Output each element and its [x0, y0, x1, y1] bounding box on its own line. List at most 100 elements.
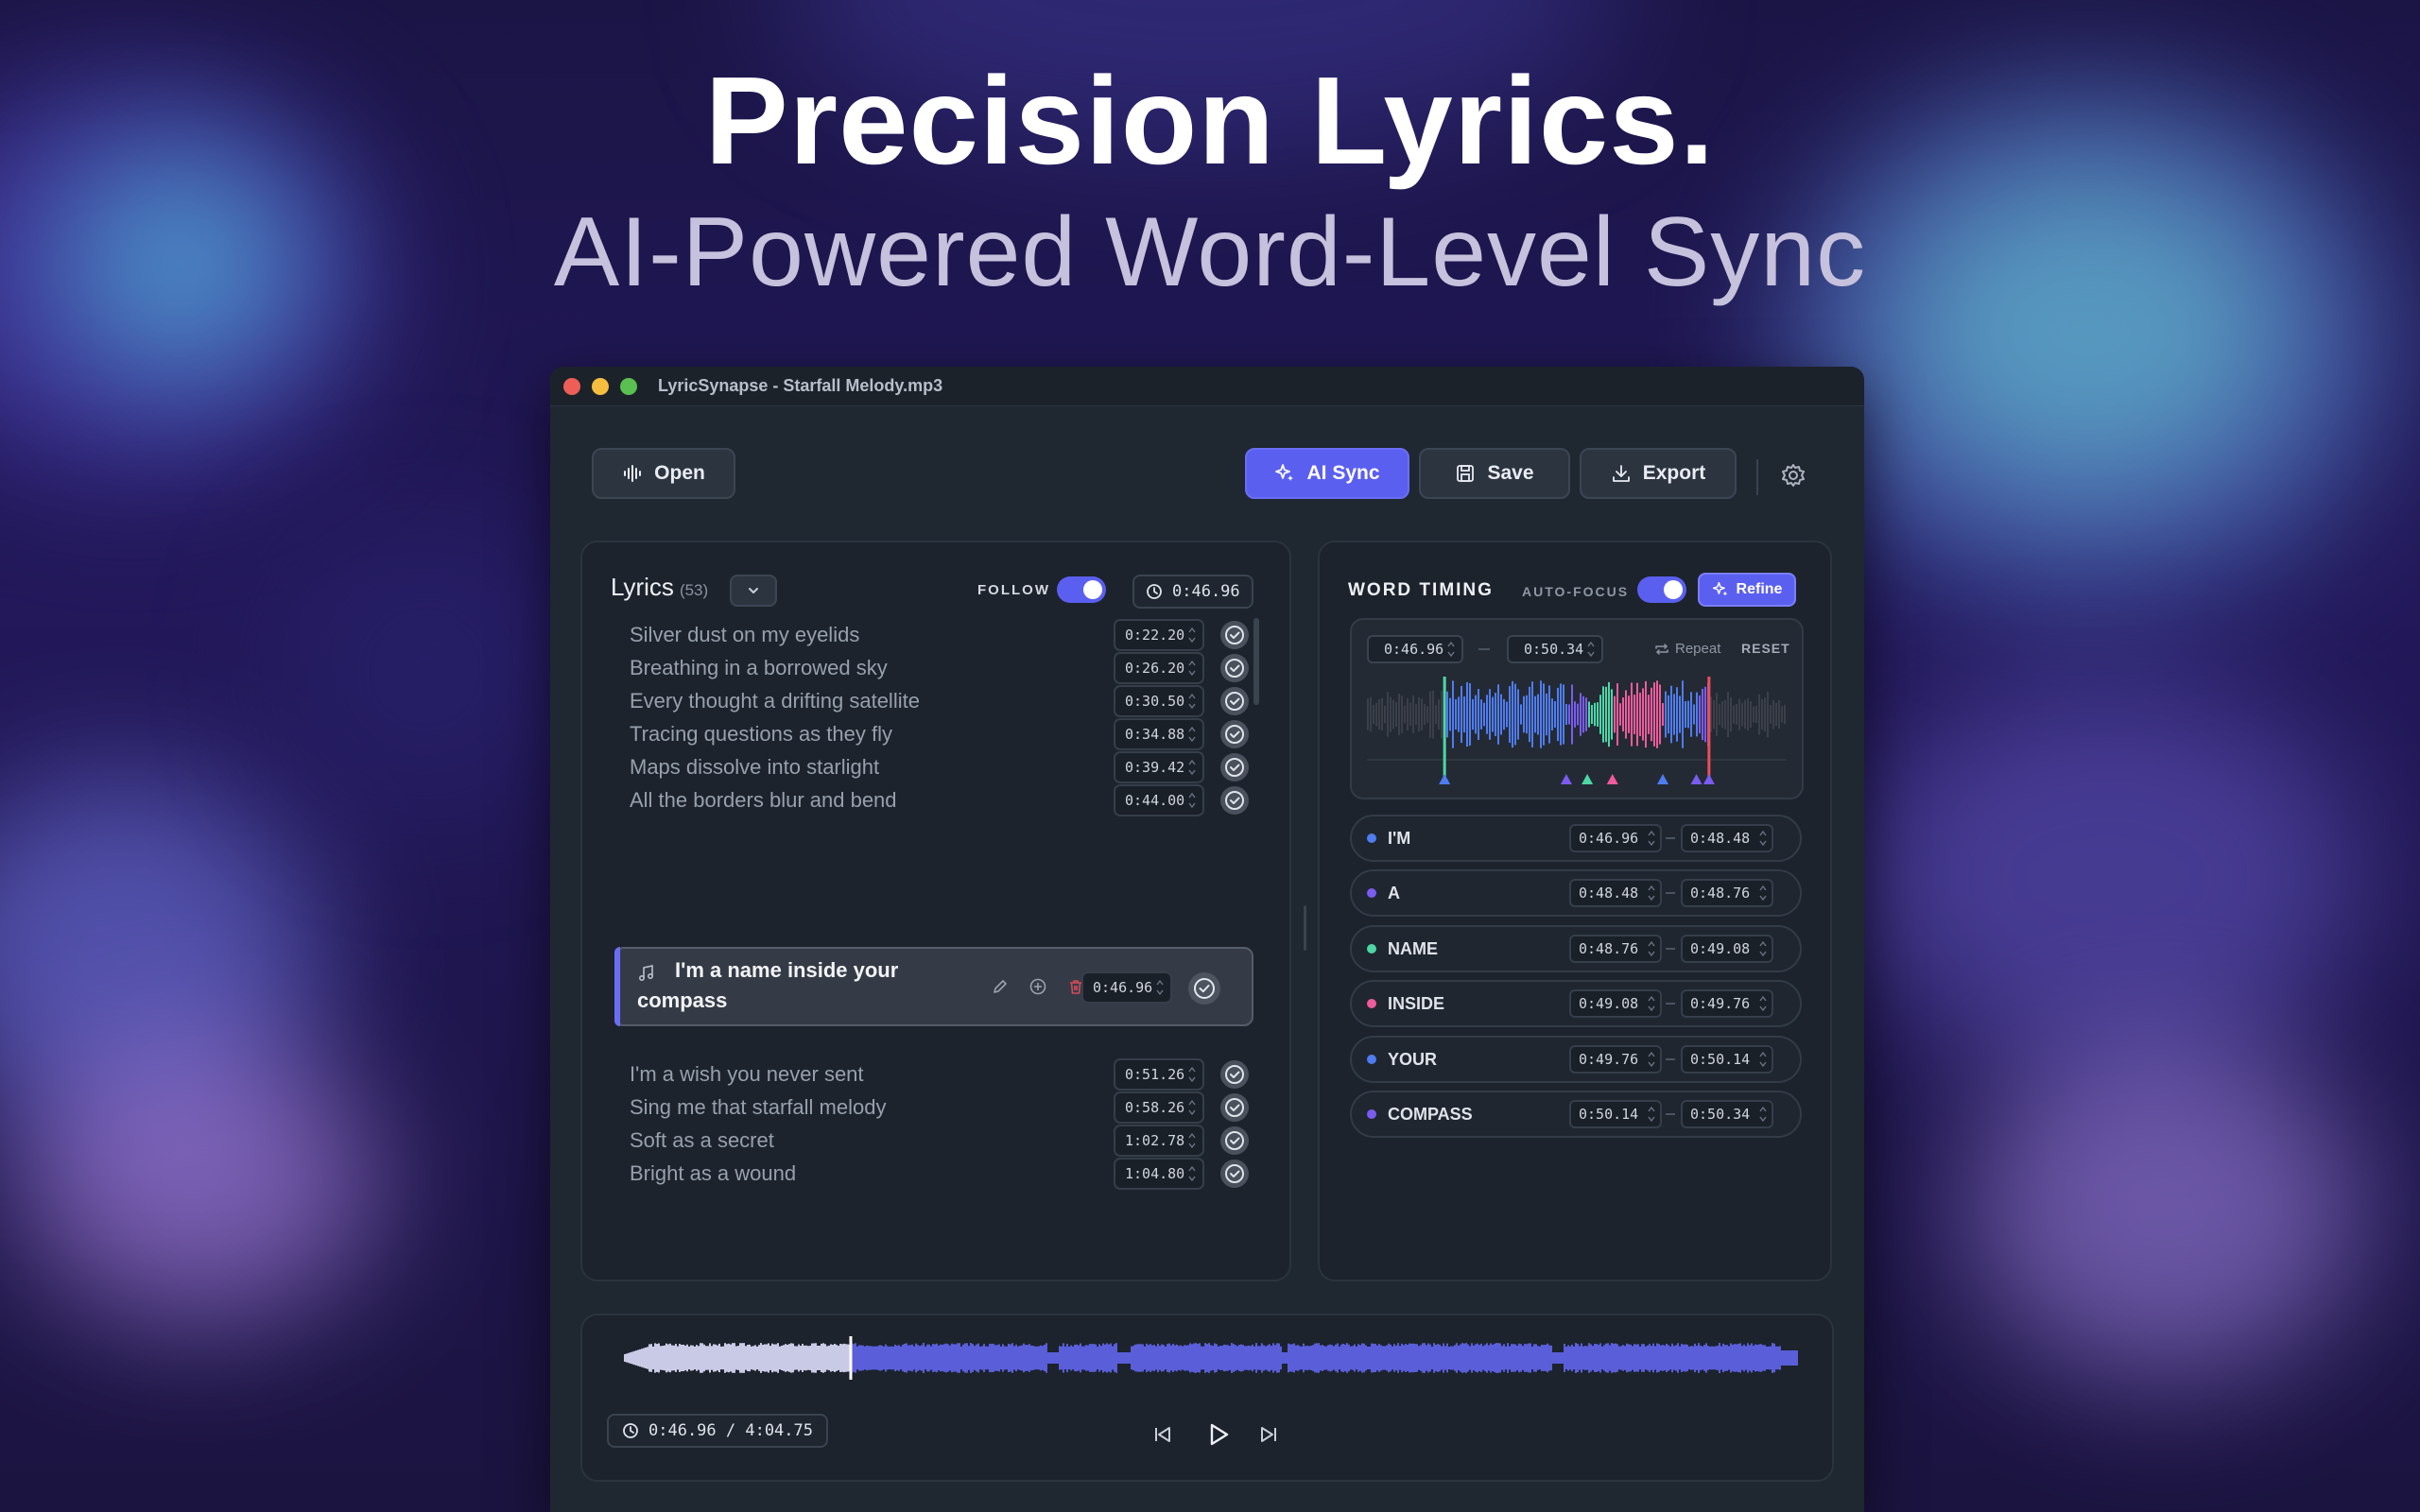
- stepper-icon[interactable]: [1758, 993, 1768, 1014]
- word-row[interactable]: I'M 0:46.96 0:48.48: [1350, 815, 1802, 862]
- add-circle-icon[interactable]: [1028, 977, 1047, 996]
- repeat-button[interactable]: Repeat: [1654, 641, 1720, 657]
- stepper-icon[interactable]: [1187, 658, 1197, 679]
- stepper-icon[interactable]: [1758, 1104, 1768, 1125]
- track-waveform[interactable]: [624, 1334, 1798, 1382]
- track-waveform-bar: [1337, 1343, 1339, 1373]
- word-marker-handle[interactable]: [1582, 774, 1594, 784]
- stepper-icon[interactable]: [1187, 1097, 1197, 1118]
- stepper-icon[interactable]: [1647, 993, 1656, 1014]
- word-marker-handle[interactable]: [1439, 774, 1451, 784]
- word-end-input[interactable]: 0:48.76: [1681, 879, 1773, 908]
- word-end-input[interactable]: 0:50.14: [1681, 1044, 1773, 1074]
- track-waveform-bar: [688, 1346, 690, 1370]
- stepper-icon[interactable]: [1187, 757, 1197, 778]
- check-circle-icon[interactable]: [1187, 971, 1221, 1005]
- track-waveform-bar: [809, 1346, 811, 1370]
- word-start-input[interactable]: 0:46.96: [1569, 824, 1662, 852]
- skip-back-icon[interactable]: [1150, 1421, 1176, 1448]
- close-window-button[interactable]: [563, 377, 580, 395]
- auto-focus-toggle[interactable]: [1637, 576, 1686, 603]
- stepper-icon[interactable]: [1647, 938, 1656, 959]
- word-start-input[interactable]: 0:49.76: [1569, 1044, 1662, 1074]
- word-start-input[interactable]: 0:49.08: [1569, 989, 1662, 1019]
- stepper-icon[interactable]: [1647, 883, 1656, 903]
- word-row[interactable]: INSIDE 0:49.08 0:49.76: [1350, 980, 1802, 1028]
- export-button[interactable]: Export: [1580, 448, 1737, 499]
- word-row[interactable]: NAME 0:48.76 0:49.08: [1350, 924, 1802, 972]
- word-start-input[interactable]: 0:48.76: [1569, 934, 1662, 963]
- word-row[interactable]: A 0:48.48 0:48.76: [1350, 869, 1802, 918]
- track-waveform-bar: [1348, 1344, 1350, 1372]
- waveform-bar: [1506, 701, 1508, 728]
- playhead[interactable]: [849, 1336, 853, 1380]
- stepper-icon[interactable]: [1758, 938, 1768, 959]
- word-start-input[interactable]: 0:48.48: [1569, 879, 1662, 908]
- stepper-icon[interactable]: [1647, 1049, 1656, 1070]
- word-end-input[interactable]: 0:48.48: [1681, 824, 1773, 852]
- word-marker-handle[interactable]: [1657, 774, 1669, 784]
- stepper-icon[interactable]: [1187, 790, 1197, 811]
- check-circle-icon[interactable]: [1219, 1159, 1250, 1189]
- word-end-input[interactable]: 0:50.34: [1681, 1100, 1773, 1128]
- stepper-icon[interactable]: [1187, 724, 1197, 745]
- word-label: COMPASS: [1388, 1105, 1473, 1124]
- play-icon[interactable]: [1202, 1419, 1233, 1450]
- range-end-input[interactable]: 0:50.34: [1507, 635, 1603, 663]
- word-row[interactable]: YOUR 0:49.76 0:50.14: [1350, 1035, 1802, 1083]
- stepper-icon[interactable]: [1647, 828, 1656, 849]
- word-waveform[interactable]: [1367, 677, 1787, 786]
- word-marker-handle[interactable]: [1606, 774, 1618, 784]
- gear-icon[interactable]: [1779, 461, 1807, 490]
- stepper-icon[interactable]: [1758, 1049, 1768, 1070]
- track-waveform-bar: [1783, 1350, 1785, 1366]
- word-marker-handle[interactable]: [1703, 774, 1715, 784]
- pencil-icon[interactable]: [991, 977, 1010, 996]
- stepper-icon[interactable]: [1647, 1104, 1656, 1125]
- stepper-icon[interactable]: [1187, 1130, 1197, 1151]
- track-waveform-bar: [908, 1345, 909, 1371]
- waveform-bar: [1719, 703, 1720, 726]
- save-button[interactable]: Save: [1419, 448, 1570, 499]
- stepper-icon[interactable]: [1586, 639, 1596, 660]
- word-marker-handle[interactable]: [1690, 774, 1703, 784]
- word-marker-handle[interactable]: [1560, 774, 1572, 784]
- range-start-input[interactable]: 0:46.96: [1367, 635, 1463, 663]
- stepper-icon[interactable]: [1758, 828, 1768, 849]
- track-waveform-bar: [1127, 1352, 1129, 1364]
- lyric-time: 0:58.26: [1125, 1099, 1185, 1116]
- stepper-icon[interactable]: [1446, 639, 1456, 660]
- lyric-timestamp[interactable]: 1:04.80: [1114, 1158, 1204, 1190]
- stepper-icon[interactable]: [1187, 1064, 1197, 1085]
- word-end-input[interactable]: 0:49.08: [1681, 934, 1773, 963]
- word-end-input[interactable]: 0:49.76: [1681, 989, 1773, 1019]
- lyric-row[interactable]: All the borders blur and bend 0:44.00: [614, 777, 1257, 824]
- open-button[interactable]: Open: [592, 448, 735, 499]
- stepper-icon[interactable]: [1758, 883, 1768, 903]
- track-waveform-bar: [741, 1343, 743, 1373]
- lyric-row[interactable]: Bright as a wound 1:04.80: [614, 1150, 1257, 1197]
- panel-resize-handle[interactable]: [1304, 905, 1306, 951]
- active-lyric-timestamp[interactable]: 0:46.96: [1081, 971, 1172, 1004]
- maximize-window-button[interactable]: [620, 377, 637, 395]
- ai-sync-button[interactable]: AI Sync: [1245, 448, 1409, 499]
- minimize-window-button[interactable]: [592, 377, 609, 395]
- refine-button[interactable]: Refine: [1698, 573, 1796, 607]
- stepper-icon[interactable]: [1187, 691, 1197, 712]
- follow-toggle[interactable]: [1057, 576, 1106, 603]
- word-start-input[interactable]: 0:50.14: [1569, 1100, 1662, 1128]
- active-lyric-row[interactable]: I'm a name inside your compass 0:46.96: [614, 947, 1253, 1026]
- track-waveform-bar: [1743, 1344, 1745, 1372]
- reset-button[interactable]: RESET: [1741, 641, 1790, 656]
- stepper-icon[interactable]: [1155, 977, 1165, 998]
- skip-forward-icon[interactable]: [1255, 1421, 1282, 1448]
- stepper-icon[interactable]: [1187, 1163, 1197, 1184]
- track-waveform-bar: [690, 1345, 692, 1371]
- word-row[interactable]: COMPASS 0:50.14 0:50.34: [1350, 1091, 1802, 1138]
- lyric-timestamp[interactable]: 0:44.00: [1114, 784, 1204, 816]
- lyrics-menu-button[interactable]: [730, 575, 777, 607]
- stepper-icon[interactable]: [1187, 625, 1197, 645]
- word-time-separator: [1666, 837, 1675, 839]
- waveform-bar: [1662, 703, 1664, 726]
- check-circle-icon[interactable]: [1219, 785, 1250, 816]
